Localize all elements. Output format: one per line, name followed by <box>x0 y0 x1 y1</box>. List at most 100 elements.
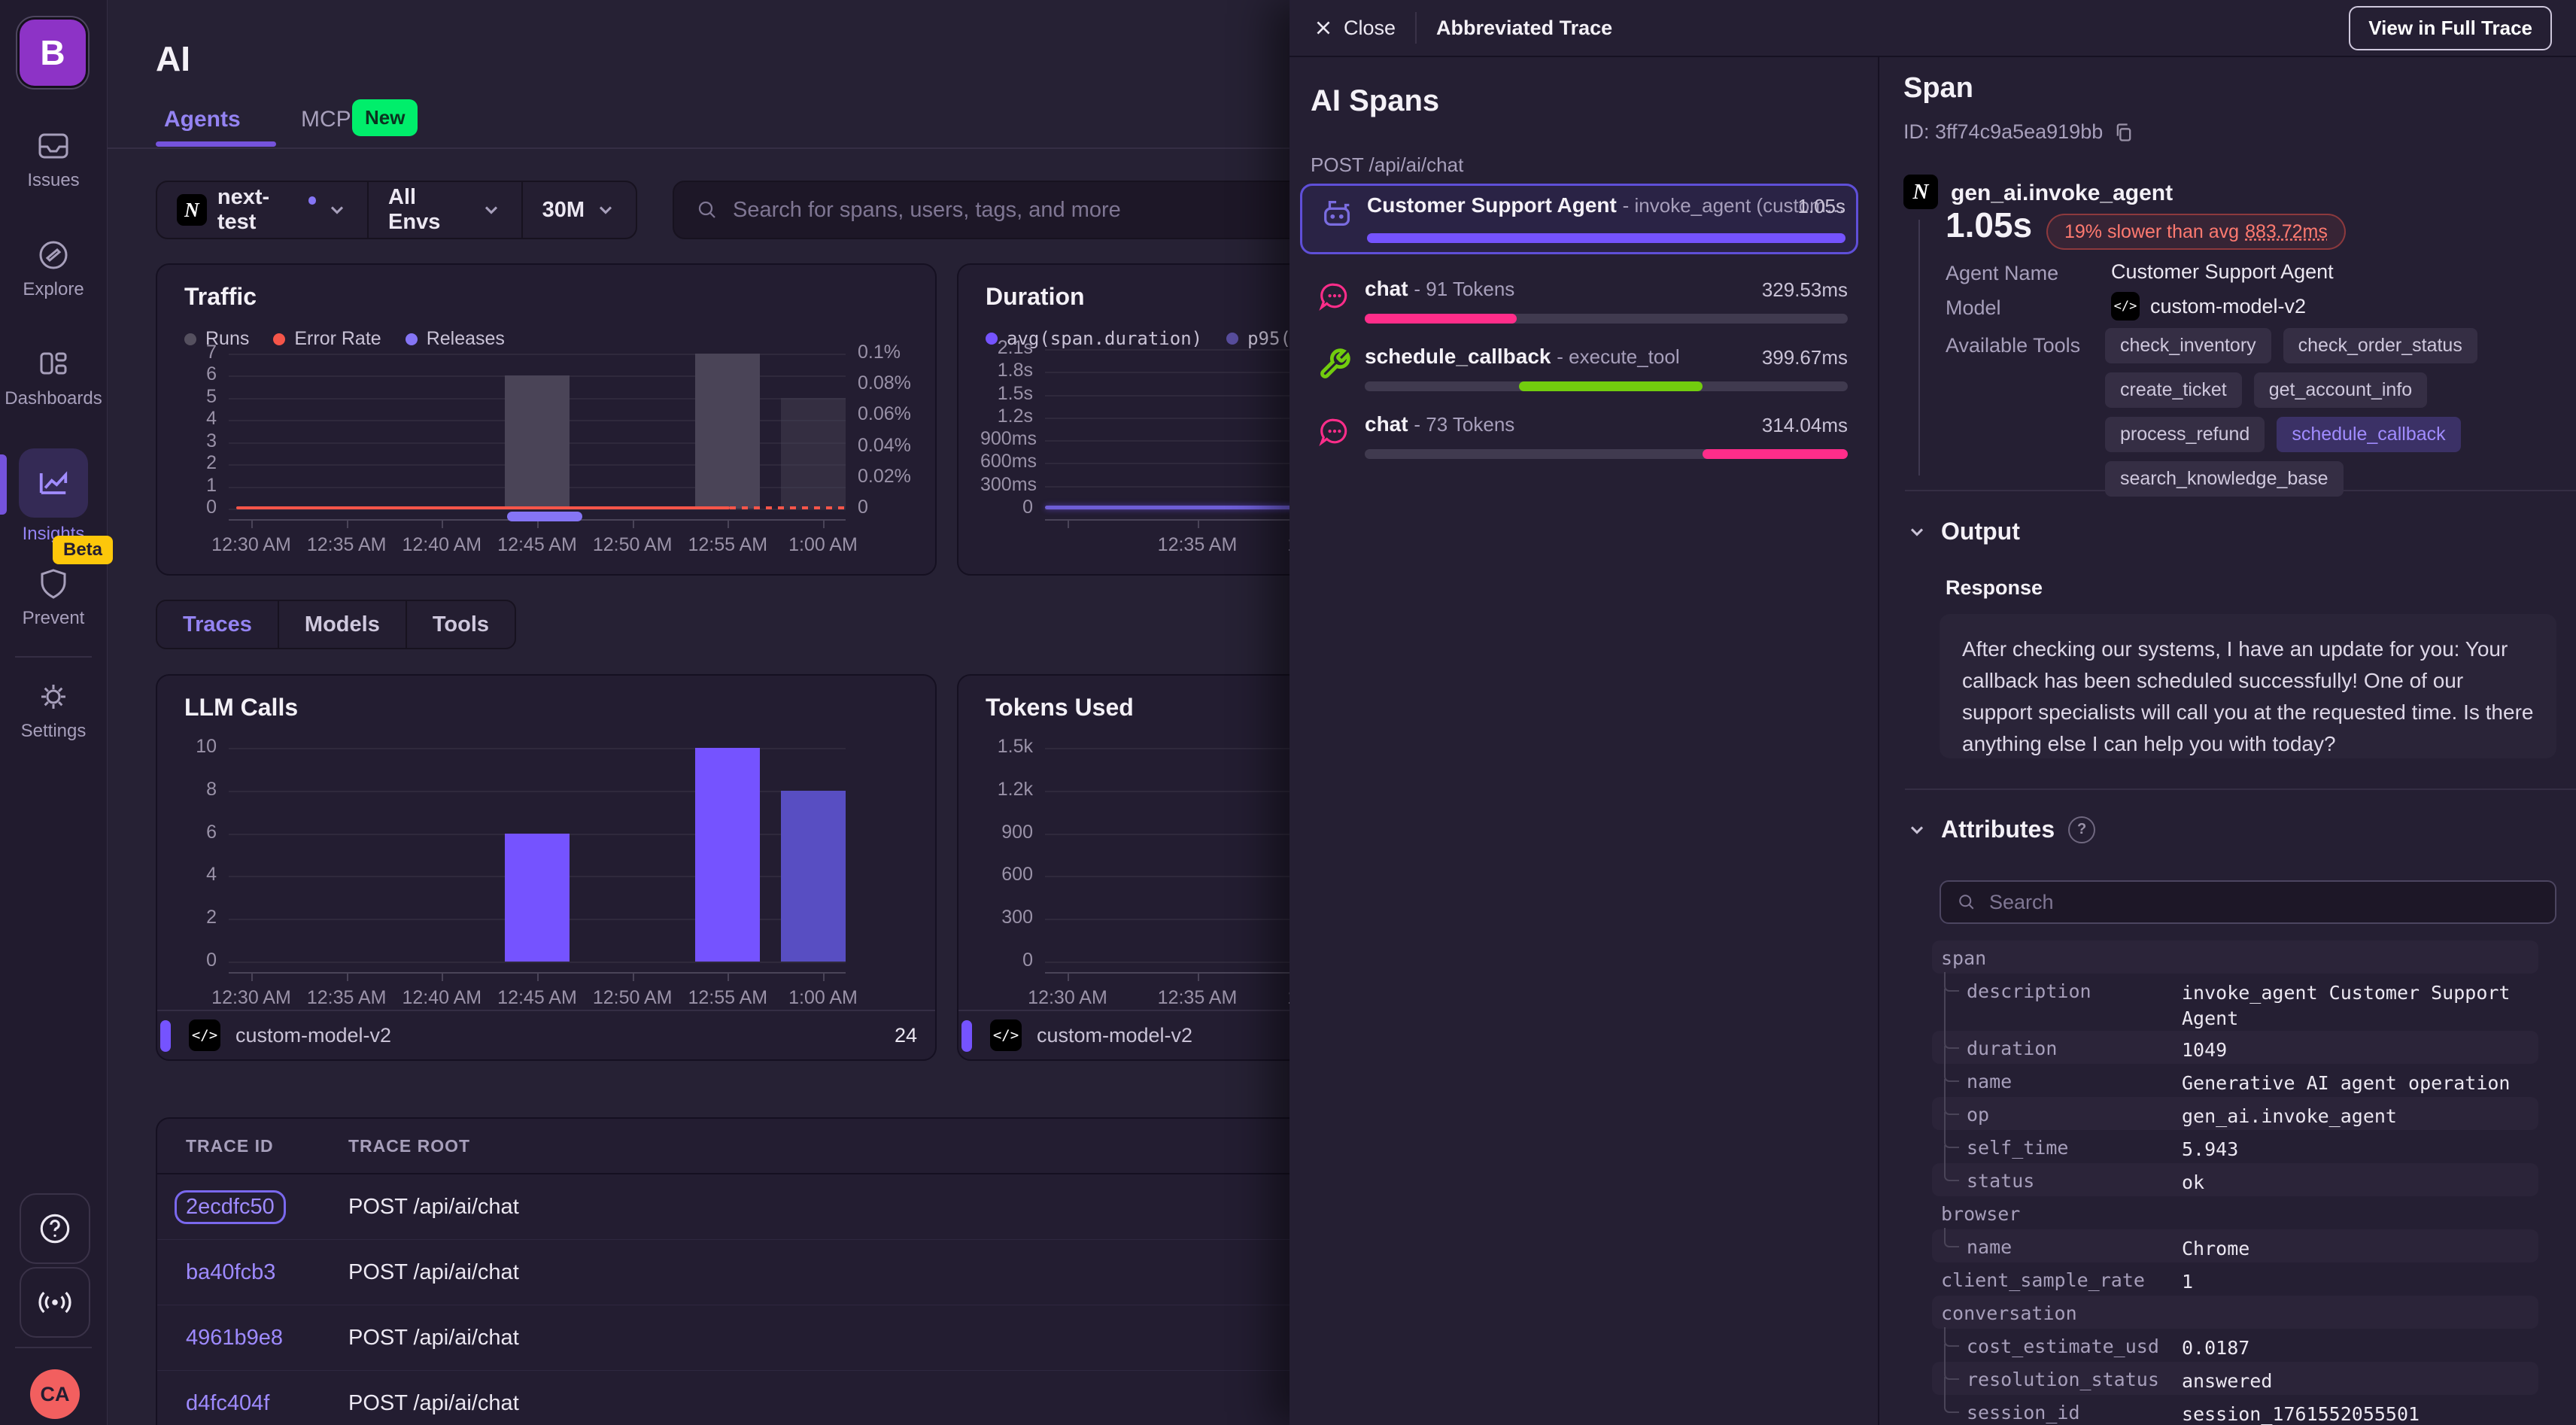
release-marker[interactable] <box>507 512 582 521</box>
trace-id-link[interactable]: 2ecdfc50 <box>175 1190 286 1224</box>
trace-id-cell[interactable]: 4961b9e8 <box>157 1326 348 1351</box>
attribute-row[interactable]: duration1049 <box>1932 1031 2538 1064</box>
tool-chip[interactable]: process_refund <box>2105 417 2265 452</box>
x-axis-tick <box>1068 972 1069 981</box>
attribute-row[interactable]: nameChrome <box>1932 1229 2538 1262</box>
y-axis-tick-label: 900 <box>980 822 1033 843</box>
y-axis-tick-label: 1.2s <box>980 406 1033 427</box>
code-model-icon: </> <box>2111 292 2140 321</box>
broadcast-button[interactable] <box>20 1267 90 1338</box>
sidebar-item-dashboards[interactable]: Dashboards <box>0 346 107 409</box>
attribute-value: 1 <box>2182 1269 2540 1295</box>
chart-bar[interactable] <box>781 398 846 509</box>
model-name: custom-model-v2 <box>235 1024 391 1047</box>
attribute-key: resolution_status <box>1967 1369 2159 1390</box>
sidebar-item-insights[interactable]: Insights <box>0 448 107 545</box>
span-list-item[interactable]: schedule_callback - execute_tool399.67ms <box>1300 337 1858 400</box>
output-section-header[interactable]: Output <box>1906 518 2020 545</box>
trace-id-cell[interactable]: 2ecdfc50 <box>157 1190 348 1224</box>
chat-icon <box>1318 280 1353 314</box>
attribute-row[interactable]: statusok <box>1932 1163 2538 1196</box>
view-full-trace-button[interactable]: View in Full Trace <box>2349 6 2552 50</box>
trace-id-cell[interactable]: ba40fcb3 <box>157 1260 348 1285</box>
tool-chip[interactable]: get_account_info <box>2254 372 2427 408</box>
span-id: ID: 3ff74c9a5ea919bb <box>1903 120 2134 144</box>
span-list-item[interactable]: chat - 91 Tokens329.53ms <box>1300 269 1858 333</box>
chart-bar[interactable] <box>695 354 760 509</box>
chart-bar[interactable] <box>781 791 846 962</box>
attribute-row[interactable]: opgen_ai.invoke_agent <box>1932 1097 2538 1130</box>
attribute-row[interactable]: client_sample_rate1 <box>1932 1262 2538 1296</box>
sidebar-item-explore[interactable]: Explore <box>0 237 107 300</box>
attribute-row[interactable]: resolution_status answered <box>1932 1362 2538 1395</box>
tab-mcp[interactable]: MCP <box>301 107 351 132</box>
tab-agents[interactable]: Agents <box>164 107 241 132</box>
attribute-group-row[interactable]: browser <box>1932 1196 2538 1229</box>
trace-id-link[interactable]: d4fc404f <box>186 1391 269 1415</box>
attribute-key: self_time <box>1967 1137 2068 1159</box>
span-list-item[interactable]: Customer Support Agent - invoke_agent (c… <box>1300 184 1858 254</box>
user-menu-button[interactable]: CA <box>20 1359 90 1425</box>
span-item-duration: 1.05s <box>1797 195 1845 218</box>
attribute-value: 5.943 <box>2182 1137 2540 1162</box>
copy-icon[interactable] <box>2113 122 2134 143</box>
attribute-row[interactable]: self_time 5.943 <box>1932 1130 2538 1163</box>
tab-models[interactable]: Models <box>279 601 407 648</box>
chart-bar[interactable] <box>505 375 570 509</box>
trace-root-cell: POST /api/ai/chat <box>348 1326 519 1351</box>
attribute-row[interactable]: session_idsession_1761552055501 <box>1932 1395 2538 1425</box>
attributes-section-header[interactable]: Attributes ? <box>1906 816 2095 843</box>
attributes-search-input[interactable]: Search <box>1940 880 2556 924</box>
org-logo[interactable]: B <box>20 20 86 86</box>
llm-chart-footer[interactable]: </> custom-model-v2 24 <box>157 1010 935 1059</box>
drawer-header: Close Abbreviated Trace View in Full Tra… <box>1290 0 2576 57</box>
attribute-row[interactable]: cost_estimate_usd0.0187 <box>1932 1329 2538 1362</box>
tree-connector-line <box>1944 989 1946 1032</box>
attribute-group-row[interactable]: span <box>1932 940 2538 974</box>
code-model-icon: </> <box>189 1019 220 1051</box>
beta-badge: Beta <box>53 536 113 564</box>
sidebar-item-label: Issues <box>27 170 79 191</box>
help-button[interactable] <box>20 1193 90 1264</box>
tab-tools[interactable]: Tools <box>407 601 515 648</box>
x-axis-tick-label: 12:30 AM <box>1007 987 1128 1009</box>
app-root: B Issues Explore Dashboards Insights <box>0 0 2576 1425</box>
x-axis-tick-label: 12:35 AM <box>1138 534 1258 556</box>
y-axis-tick-label: 0 <box>164 497 217 518</box>
trace-id-link[interactable]: 4961b9e8 <box>186 1326 283 1350</box>
attribute-key: duration <box>1967 1038 2057 1059</box>
tool-chip[interactable]: check_inventory <box>2105 328 2271 363</box>
y-axis-tick-label: 2 <box>164 907 217 928</box>
attribute-key: op <box>1967 1104 1989 1126</box>
agent-name-label: Agent Name <box>1946 262 2058 285</box>
chart-bar[interactable] <box>695 748 760 962</box>
help-circle-icon[interactable]: ? <box>2068 816 2095 843</box>
tab-traces[interactable]: Traces <box>157 601 279 648</box>
new-badge: New <box>352 99 418 136</box>
column-header-trace-root[interactable]: TRACE ROOT <box>348 1136 470 1156</box>
y-axis-tick-label: 1.5k <box>980 736 1033 758</box>
project-selector[interactable]: N next-test <box>157 182 369 238</box>
trace-id-link[interactable]: ba40fcb3 <box>186 1260 275 1284</box>
sidebar-item-prevent[interactable]: Prevent <box>0 566 107 629</box>
tool-chip[interactable]: create_ticket <box>2105 372 2242 408</box>
attribute-row[interactable]: nameGenerative AI agent operation <box>1932 1064 2538 1097</box>
attribute-value: answered <box>2182 1369 2540 1394</box>
sidebar-item-issues[interactable]: Issues <box>0 128 107 191</box>
y-axis-tick-label: 4 <box>164 408 217 430</box>
span-list-item[interactable]: chat - 73 Tokens314.04ms <box>1300 405 1858 468</box>
column-header-trace-id[interactable]: TRACE ID <box>157 1136 348 1156</box>
close-button[interactable]: Close <box>1314 17 1396 40</box>
close-icon <box>1314 18 1333 38</box>
chart-bar[interactable] <box>505 834 570 962</box>
tree-connector <box>1944 1062 1959 1082</box>
attribute-group-row[interactable]: conversation <box>1932 1296 2538 1329</box>
attribute-row[interactable]: descriptioninvoke_agent Customer Support… <box>1932 974 2538 1031</box>
tool-chip[interactable]: check_order_status <box>2283 328 2477 363</box>
trace-id-cell[interactable]: d4fc404f <box>157 1391 348 1416</box>
sidebar-item-settings[interactable]: Settings <box>0 679 107 742</box>
response-text: After checking our systems, I have an up… <box>1940 614 2556 758</box>
tool-chip[interactable]: schedule_callback <box>2277 417 2460 452</box>
time-range-selector[interactable]: 30M <box>523 182 636 238</box>
environment-selector[interactable]: All Envs <box>369 182 523 238</box>
